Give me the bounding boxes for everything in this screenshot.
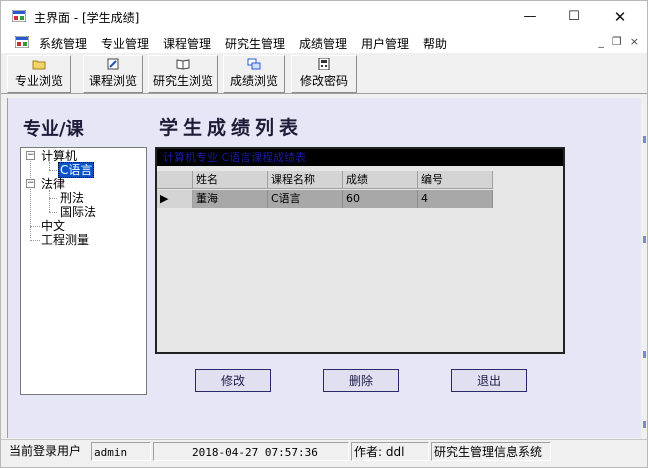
grid-column-header[interactable]: 成绩: [343, 171, 418, 189]
status-bar: 当前登录用户 admin 2018-04-27 07:57:36 作者: ddl…: [1, 439, 647, 462]
minimize-icon: —: [523, 9, 537, 24]
grid-cell[interactable]: 董海: [193, 190, 268, 208]
scroll-mark: [643, 421, 646, 428]
edit-button[interactable]: 修改: [195, 369, 271, 392]
grid-column-header[interactable]: 姓名: [193, 171, 268, 189]
scroll-mark: [643, 351, 646, 358]
open-book-icon: [176, 59, 190, 70]
tool-label: 课程浏览: [88, 74, 137, 88]
mdi-child-icon[interactable]: [15, 36, 29, 48]
minimize-button[interactable]: —: [507, 1, 553, 32]
status-login-label: 当前登录用户: [9, 444, 82, 458]
menu-major[interactable]: 专业管理: [101, 35, 149, 52]
tree-expand-icon[interactable]: −: [26, 179, 35, 188]
grid-column-header[interactable]: 编号: [418, 171, 493, 189]
tree-line: [49, 190, 50, 212]
tree-expand-icon[interactable]: −: [26, 151, 35, 160]
tree-selected-label: C语言: [58, 162, 95, 178]
tree-line: [30, 226, 40, 227]
grid-corner-header: [157, 171, 193, 189]
mdi-minimize-icon[interactable]: _: [598, 35, 604, 48]
left-panel-title: 专业/课: [23, 119, 84, 140]
grades-grid[interactable]: 计算机专业 C语言课程成绩表 姓名 课程名称 成绩 编号 ▶ 董海 C语言 60…: [155, 147, 565, 354]
tree-line: [49, 198, 57, 199]
tree-item-engineering-survey[interactable]: 工程测量: [41, 233, 89, 247]
tool-label: 成绩浏览: [229, 74, 278, 88]
app-icon: [12, 10, 26, 22]
close-icon: ✕: [613, 7, 627, 26]
maximize-icon: ☐: [568, 9, 580, 24]
menu-graduate[interactable]: 研究生管理: [225, 35, 285, 52]
title-bar[interactable]: 主界面 - [学生成绩] — ☐ ✕: [1, 1, 647, 32]
tool-major-browse-button[interactable]: 专业浏览: [7, 55, 71, 93]
maximize-button[interactable]: ☐: [551, 1, 597, 32]
menu-bar: 系统管理 专业管理 课程管理 研究生管理 成绩管理 用户管理 帮助 _ ❐ ×: [1, 32, 647, 53]
tool-label: 研究生浏览: [152, 74, 213, 88]
close-button[interactable]: ✕: [597, 1, 643, 32]
status-datetime: 2018-04-27 07:57:36: [153, 442, 349, 461]
folder-icon: [32, 60, 46, 70]
grid-cell[interactable]: C语言: [268, 190, 343, 208]
main-window: 主界面 - [学生成绩] — ☐ ✕ 系统管理 专业管理 课程管理 研究生管理 …: [0, 0, 648, 468]
tree-line: [49, 212, 57, 213]
menu-help[interactable]: 帮助: [423, 35, 447, 52]
tree-line: [30, 240, 40, 241]
scroll-mark: [643, 236, 646, 243]
page-title: 学生成绩列表: [159, 117, 304, 139]
status-system-name: 研究生管理信息系统: [431, 442, 551, 461]
tree-item-international-law[interactable]: 国际法: [60, 205, 96, 219]
exit-button[interactable]: 退出: [451, 369, 527, 392]
tree-item-chinese[interactable]: 中文: [41, 219, 65, 233]
menu-grades[interactable]: 成绩管理: [299, 35, 347, 52]
tool-change-password-button[interactable]: 修改密码: [291, 55, 357, 93]
grid-caption: 计算机专业 C语言课程成绩表: [157, 149, 563, 166]
tree-item-computer[interactable]: 计算机: [41, 149, 77, 163]
tree-item-c-language[interactable]: C语言: [58, 162, 95, 178]
mdi-close-icon[interactable]: ×: [630, 35, 639, 48]
tool-label: 专业浏览: [14, 74, 63, 88]
tree-item-criminal-law[interactable]: 刑法: [60, 191, 84, 205]
menu-system[interactable]: 系统管理: [39, 35, 87, 52]
row-pointer-icon: ▶: [160, 192, 169, 205]
mdi-restore-icon[interactable]: ❐: [612, 35, 622, 48]
tree-line: [49, 162, 50, 170]
menu-users[interactable]: 用户管理: [361, 35, 409, 52]
menu-course[interactable]: 课程管理: [163, 35, 211, 52]
major-course-tree[interactable]: − 计算机 C语言 − 法律 刑法 国际法 中文 工程测量: [20, 147, 147, 395]
window-title: 主界面 - [学生成绩]: [34, 11, 140, 25]
status-user: admin: [91, 442, 151, 461]
grid-cell[interactable]: 60: [343, 190, 418, 208]
window-stack-icon: [247, 58, 261, 70]
grid-row-header[interactable]: ▶: [157, 190, 193, 208]
mdi-controls: _ ❐ ×: [598, 35, 639, 48]
password-calculator-icon: [318, 58, 330, 70]
delete-button[interactable]: 删除: [323, 369, 399, 392]
tool-course-browse-button[interactable]: 课程浏览: [83, 55, 143, 93]
scroll-mark: [643, 136, 646, 143]
toolbar: 专业浏览 课程浏览 研究生浏览 成绩浏览 修改密码: [1, 54, 647, 94]
tool-graduate-browse-button[interactable]: 研究生浏览: [148, 55, 218, 93]
scroll-markers: [641, 101, 647, 441]
tree-line: [49, 170, 57, 171]
tool-grades-browse-button[interactable]: 成绩浏览: [223, 55, 285, 93]
tool-label: 修改密码: [299, 74, 348, 88]
edit-document-icon: [107, 58, 119, 70]
status-author: 作者: ddl: [351, 442, 429, 461]
grid-cell[interactable]: 4: [418, 190, 493, 208]
tree-item-law[interactable]: 法律: [41, 177, 65, 191]
grid-column-header[interactable]: 课程名称: [268, 171, 343, 189]
